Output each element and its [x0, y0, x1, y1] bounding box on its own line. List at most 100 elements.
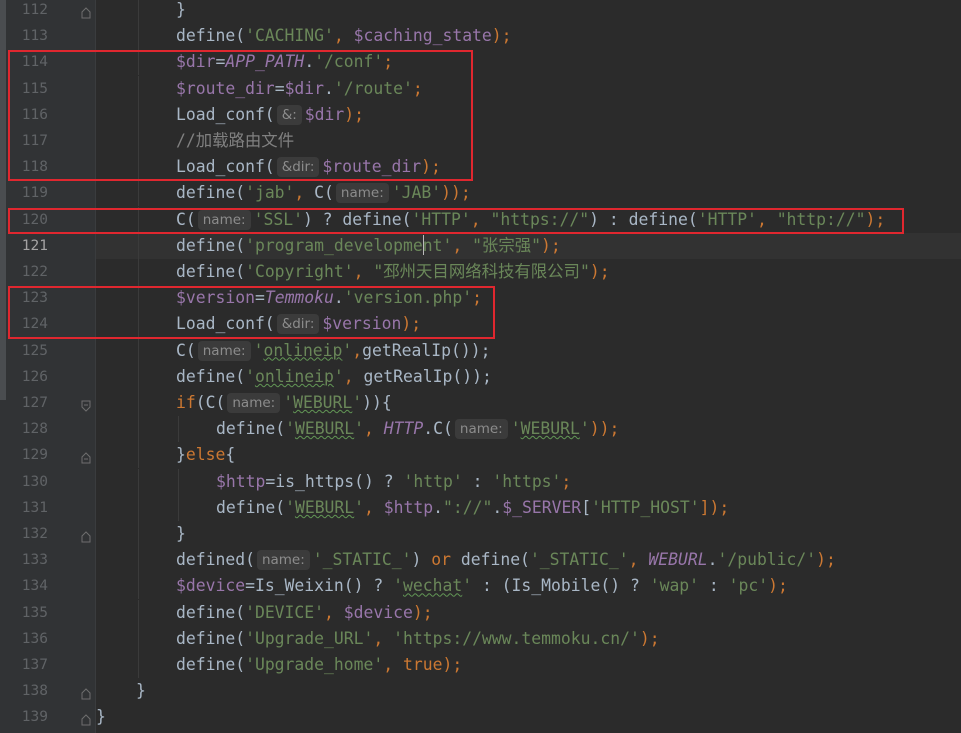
line-number[interactable]: 133	[8, 547, 48, 573]
fold-marker-icon[interactable]	[81, 397, 91, 412]
line-number[interactable]: 115	[8, 76, 48, 102]
line-number[interactable]: 128	[8, 416, 48, 442]
code-line-122[interactable]: 122 define('Copyright', "邳州天目网络科技有限公司");	[0, 259, 961, 285]
line-number[interactable]: 137	[8, 652, 48, 678]
code-text[interactable]: define('Upgrade_URL', 'https://www.temmo…	[176, 626, 660, 652]
line-number[interactable]: 123	[8, 285, 48, 311]
code-line-126[interactable]: 126 define('onlineip', getRealIp());	[0, 363, 961, 390]
code-text[interactable]: $dir=APP_PATH.'/conf';	[176, 49, 393, 75]
fold-marker-icon[interactable]	[81, 685, 91, 700]
code-token: 'https'	[492, 471, 562, 491]
code-line-128[interactable]: 128 define('WEBURL', HTTP.C(name: 'WEBURL'…	[0, 416, 961, 443]
line-number[interactable]: 119	[8, 180, 48, 206]
code-text[interactable]: Load_conf(&dir: $version);	[176, 311, 421, 337]
code-text[interactable]: Load_conf(&: $dir);	[176, 102, 364, 128]
fold-marker-icon[interactable]	[81, 4, 91, 19]
code-token: $http	[216, 471, 266, 491]
code-line-135[interactable]: 135 define('DEVICE', $device);	[0, 599, 961, 626]
code-text[interactable]: $device=Is_Weixin() ? 'wechat' : (Is_Mob…	[176, 573, 788, 599]
code-text[interactable]: define('onlineip', getRealIp());	[176, 364, 492, 390]
code-text[interactable]: C(name:'onlineip',getRealIp());	[176, 338, 490, 364]
line-number[interactable]: 138	[8, 678, 48, 704]
code-text[interactable]: define('Copyright', "邳州天目网络科技有限公司");	[176, 259, 610, 285]
code-text[interactable]: $http=is_https() ? 'http' : 'https';	[216, 469, 571, 495]
code-line-120[interactable]: 120 C(name: 'SSL') ? define('HTTP', "https…	[0, 206, 961, 233]
code-line-129[interactable]: 129 }else{	[0, 442, 961, 469]
code-text[interactable]: define('program_development', "张宗强");	[176, 233, 561, 259]
code-line-112[interactable]: 112}	[0, 0, 961, 23]
code-line-125[interactable]: 125 C(name:'onlineip',getRealIp());	[0, 337, 961, 364]
line-number[interactable]: 113	[8, 23, 48, 49]
code-text[interactable]: //加载路由文件	[176, 128, 294, 154]
line-number[interactable]: 127	[8, 390, 48, 416]
line-number[interactable]: 112	[8, 0, 48, 23]
fold-marker-icon[interactable]	[81, 449, 91, 464]
line-number[interactable]: 134	[8, 573, 48, 599]
code-text[interactable]: Load_conf(&dir: $route_dir);	[176, 154, 441, 180]
fold-marker-icon[interactable]	[81, 528, 91, 543]
code-line-133[interactable]: 133 defined(name: '_STATIC_') or define('_…	[0, 547, 961, 574]
code-line-124[interactable]: 124 Load_conf(&dir: $version);	[0, 311, 961, 338]
code-token: : (Is_Mobile() ?	[472, 576, 650, 596]
line-number[interactable]: 131	[8, 495, 48, 521]
line-number[interactable]: 122	[8, 259, 48, 285]
fold-marker-icon[interactable]	[81, 711, 91, 726]
code-text[interactable]: }	[176, 0, 186, 23]
line-number[interactable]: 121	[8, 233, 48, 259]
code-token: )){	[362, 393, 392, 412]
line-number[interactable]: 136	[8, 626, 48, 652]
code-text[interactable]: define('DEVICE', $device);	[176, 600, 433, 626]
code-text[interactable]: $version=Temmoku.'version.php';	[176, 285, 482, 311]
code-token: Is_Weixin() ?	[254, 576, 394, 596]
code-line-138[interactable]: 138}	[0, 678, 961, 704]
code-text[interactable]: define('WEBURL', $http."://".$_SERVER['H…	[216, 495, 729, 521]
code-line-134[interactable]: 134 $device=Is_Weixin() ? 'wechat' : (Is_…	[0, 573, 961, 600]
line-number[interactable]: 117	[8, 128, 48, 154]
code-line-116[interactable]: 116 Load_conf(&: $dir);	[0, 101, 961, 128]
code-line-114[interactable]: 114 $dir=APP_PATH.'/conf';	[0, 49, 961, 76]
line-number[interactable]: 118	[8, 154, 48, 180]
code-line-137[interactable]: 137 define('Upgrade_home', true);	[0, 652, 961, 678]
code-text[interactable]: define('Upgrade_home', true);	[176, 652, 462, 678]
code-token: define(	[628, 209, 698, 229]
code-text[interactable]: C(name: 'SSL') ? define('HTTP', "https://…	[176, 207, 885, 233]
line-number[interactable]: 132	[8, 521, 48, 547]
code-line-118[interactable]: 118 Load_conf(&dir: $route_dir);	[0, 154, 961, 181]
code-line-117[interactable]: 117 //加载路由文件	[0, 128, 961, 154]
code-line-121[interactable]: 121 define('program_development', "张宗强");	[0, 232, 961, 259]
code-text[interactable]: if(C(name: 'WEBURL')){	[176, 390, 392, 416]
line-number[interactable]: 130	[8, 469, 48, 495]
code-editor[interactable]: 112} 113 define('CACHING', $caching_state)…	[0, 0, 961, 733]
code-token: 'Upgrade_URL'	[245, 628, 374, 648]
line-number[interactable]: 124	[8, 311, 48, 337]
line-number[interactable]: 114	[8, 49, 48, 75]
code-text[interactable]: }else{	[176, 442, 235, 468]
code-token: ));	[589, 419, 620, 439]
code-line-127[interactable]: 127 if(C(name: 'WEBURL')){	[0, 390, 961, 416]
code-line-136[interactable]: 136 define('Upgrade_URL', 'https://www.te…	[0, 625, 961, 652]
code-line-132[interactable]: 132}	[0, 521, 961, 547]
line-number[interactable]: 120	[8, 207, 48, 233]
code-text[interactable]: $route_dir=$dir.'/route';	[176, 76, 423, 102]
code-line-115[interactable]: 115 $route_dir=$dir.'/route';	[0, 75, 961, 102]
code-line-119[interactable]: 119 define('jab', C(name: 'JAB'));	[0, 180, 961, 207]
line-number[interactable]: 139	[8, 704, 48, 730]
line-number[interactable]: 129	[8, 442, 48, 468]
line-number[interactable]: 126	[8, 364, 48, 390]
code-text[interactable]: defined(name: '_STATIC_') or define('_STA…	[176, 547, 836, 573]
line-number[interactable]: 135	[8, 600, 48, 626]
code-line-131[interactable]: 131 define('WEBURL', $http."://".$_SERVER…	[0, 494, 961, 521]
code-text[interactable]: }	[176, 521, 186, 547]
line-number[interactable]: 125	[8, 338, 48, 364]
code-text[interactable]: define('WEBURL', HTTP.C(name: 'WEBURL'));	[216, 416, 619, 442]
code-line-130[interactable]: 130 $http=is_https() ? 'http' : 'https';	[0, 468, 961, 495]
code-text[interactable]: define('CACHING', $caching_state);	[176, 23, 512, 49]
code-text[interactable]: }	[96, 704, 106, 730]
code-text[interactable]: }	[136, 678, 146, 704]
code-token: 'DEVICE'	[245, 602, 325, 622]
code-line-139[interactable]: 139}	[0, 704, 961, 730]
code-text[interactable]: define('jab', C(name: 'JAB'));	[176, 180, 471, 206]
code-line-123[interactable]: 123 $version=Temmoku.'version.php';	[0, 285, 961, 312]
line-number[interactable]: 116	[8, 102, 48, 128]
code-line-113[interactable]: 113 define('CACHING', $caching_state);	[0, 23, 961, 50]
